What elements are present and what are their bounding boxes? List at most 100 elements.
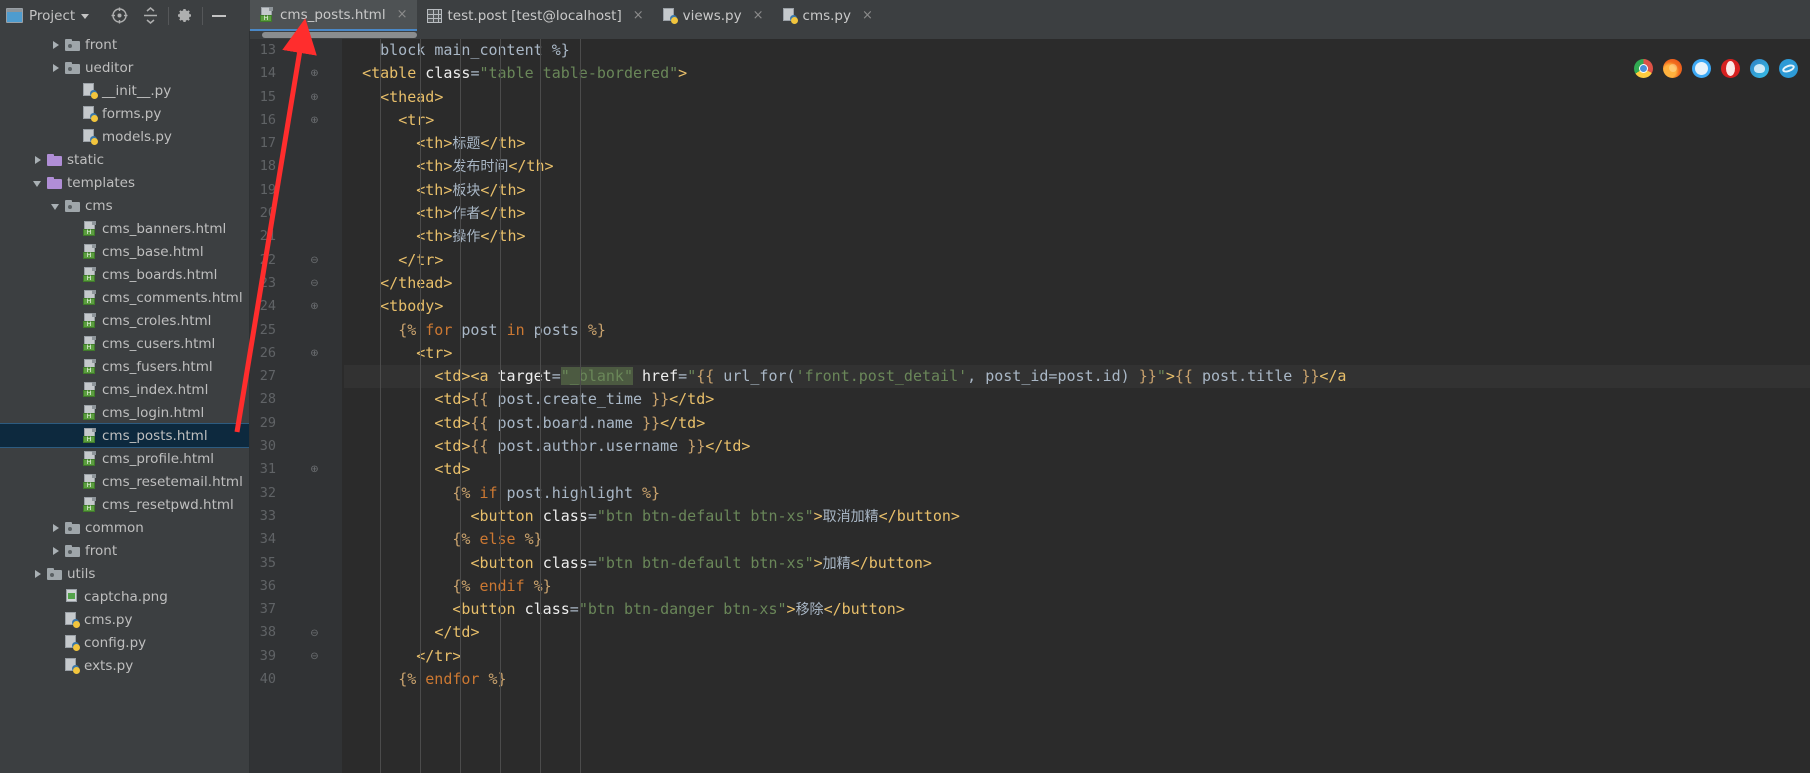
tree-item-forms-py[interactable]: forms.py <box>0 102 249 125</box>
code-line-13[interactable]: block main_content %} <box>344 39 1810 62</box>
close-icon[interactable]: × <box>862 8 873 23</box>
code-line-20[interactable]: <th>作者</th> <box>344 202 1810 225</box>
code-line-40[interactable]: {% endfor %} <box>344 668 1810 691</box>
tree-item-cms-base-html[interactable]: Hcms_base.html <box>0 240 249 263</box>
code-line-24[interactable]: <tbody> <box>344 295 1810 318</box>
code-line-38[interactable]: </td> <box>344 621 1810 644</box>
safari-icon[interactable] <box>1692 59 1711 78</box>
chevron-right-icon[interactable] <box>50 545 62 557</box>
ie-icon[interactable] <box>1779 59 1798 78</box>
fold-toggle-icon[interactable]: ⊕ <box>309 86 320 109</box>
code-line-26[interactable]: <tr> <box>344 342 1810 365</box>
code-line-23[interactable]: </thead> <box>344 272 1810 295</box>
chevron-right-icon[interactable] <box>50 522 62 534</box>
editor-tab-cms-py[interactable]: cms.py × <box>773 0 882 31</box>
code-line-37[interactable]: <button class="btn btn-danger btn-xs">移除… <box>344 598 1810 621</box>
code-line-39[interactable]: </tr> <box>344 645 1810 668</box>
chevron-right-icon[interactable] <box>32 154 44 166</box>
fold-toggle-icon[interactable]: ⊕ <box>309 342 320 365</box>
fold-toggle-icon[interactable]: ⊕ <box>309 295 320 318</box>
chevron-right-icon[interactable] <box>50 39 62 51</box>
code-line-36[interactable]: {% endif %} <box>344 575 1810 598</box>
collapse-all-icon[interactable] <box>142 7 159 24</box>
editor-tab-cms-posts-html[interactable]: Hcms_posts.html × <box>250 0 417 31</box>
tree-item-exts-py[interactable]: exts.py <box>0 654 249 677</box>
fold-toggle-icon[interactable]: ⊕ <box>309 458 320 481</box>
chevron-down-icon[interactable] <box>32 177 44 189</box>
tree-item-common[interactable]: common <box>0 516 249 539</box>
browser-preview-icons[interactable] <box>1634 59 1798 78</box>
tree-item-cms[interactable]: cms <box>0 194 249 217</box>
tree-item-utils[interactable]: utils <box>0 562 249 585</box>
tree-item-captcha-png[interactable]: captcha.png <box>0 585 249 608</box>
code-line-21[interactable]: <th>操作</th> <box>344 225 1810 248</box>
code-line-29[interactable]: <td>{{ post.board.name }}</td> <box>344 412 1810 435</box>
code-line-15[interactable]: <thead> <box>344 86 1810 109</box>
code-line-16[interactable]: <tr> <box>344 109 1810 132</box>
edge-icon[interactable] <box>1750 59 1769 78</box>
target-icon[interactable] <box>111 7 128 24</box>
code-line-28[interactable]: <td>{{ post.create_time }}</td> <box>344 388 1810 411</box>
tree-item-cms-croles-html[interactable]: Hcms_croles.html <box>0 309 249 332</box>
horizontal-scrollbar-top[interactable] <box>250 31 1810 39</box>
fold-toggle-icon[interactable]: ⊖ <box>309 272 320 295</box>
chrome-icon[interactable] <box>1634 59 1653 78</box>
tree-item-cms-fusers-html[interactable]: Hcms_fusers.html <box>0 355 249 378</box>
editor-tab-test-post-test-localhost-[interactable]: test.post [test@localhost] × <box>417 0 653 31</box>
code-line-19[interactable]: <th>板块</th> <box>344 179 1810 202</box>
tree-item-cms-resetemail-html[interactable]: Hcms_resetemail.html <box>0 470 249 493</box>
chevron-right-icon[interactable] <box>32 568 44 580</box>
code-line-33[interactable]: <button class="btn btn-default btn-xs">取… <box>344 505 1810 528</box>
code-line-14[interactable]: <table class="table table-bordered"> <box>344 62 1810 85</box>
tree-item-front[interactable]: front <box>0 539 249 562</box>
code-line-31[interactable]: <td> <box>344 458 1810 481</box>
editor-tab-views-py[interactable]: views.py × <box>653 0 773 31</box>
code-line-30[interactable]: <td>{{ post.author.username }}</td> <box>344 435 1810 458</box>
tree-item-cms-boards-html[interactable]: Hcms_boards.html <box>0 263 249 286</box>
code-line-32[interactable]: {% if post.highlight %} <box>344 482 1810 505</box>
code-area[interactable]: 13 14 ⊕ 15 ⊕ 16 ⊕ 17 18 19 20 21 22 ⊖ 23 ⊖ 24 ⊕ 25 26 ⊕ 27 28 2… <box>250 39 1810 773</box>
close-icon[interactable]: × <box>633 8 644 23</box>
minimize-icon[interactable] <box>212 14 227 17</box>
tree-item-cms-login-html[interactable]: Hcms_login.html <box>0 401 249 424</box>
scrollbar-thumb[interactable] <box>262 32 417 38</box>
fold-toggle-icon[interactable]: ⊕ <box>309 109 320 132</box>
tree-item-config-py[interactable]: config.py <box>0 631 249 654</box>
tree-item--init-py[interactable]: __init__.py <box>0 79 249 102</box>
tree-item-cms-posts-html[interactable]: Hcms_posts.html <box>0 423 249 448</box>
tree-item-cms-py[interactable]: cms.py <box>0 608 249 631</box>
tree-item-models-py[interactable]: models.py <box>0 125 249 148</box>
chevron-down-icon[interactable] <box>81 14 90 19</box>
tree-item-templates[interactable]: templates <box>0 171 249 194</box>
project-pane-header[interactable]: Project <box>0 0 250 31</box>
code-line-35[interactable]: <button class="btn btn-default btn-xs">加… <box>344 552 1810 575</box>
tree-item-front[interactable]: front <box>0 33 249 56</box>
opera-icon[interactable] <box>1721 59 1740 78</box>
code-line-34[interactable]: {% else %} <box>344 528 1810 551</box>
tree-item-cms-comments-html[interactable]: Hcms_comments.html <box>0 286 249 309</box>
tree-item-static[interactable]: static <box>0 148 249 171</box>
fold-toggle-icon[interactable]: ⊖ <box>309 622 320 645</box>
code-line-18[interactable]: <th>发布时间</th> <box>344 155 1810 178</box>
project-tree[interactable]: front ueditor __init__.py forms.py models.py… <box>0 31 250 773</box>
code-line-22[interactable]: </tr> <box>344 249 1810 272</box>
source-code[interactable]: block main_content %} <table class="tabl… <box>342 39 1810 773</box>
close-icon[interactable]: × <box>397 7 408 22</box>
fold-toggle-icon[interactable]: ⊖ <box>309 645 320 668</box>
code-line-25[interactable]: {% for post in posts %} <box>344 319 1810 342</box>
tree-item-cms-profile-html[interactable]: Hcms_profile.html <box>0 447 249 470</box>
settings-gear-icon[interactable] <box>176 7 193 24</box>
code-line-27[interactable]: <td><a target="_blank" href="{{ url_for(… <box>344 365 1810 389</box>
close-icon[interactable]: × <box>753 8 764 23</box>
tree-item-cms-banners-html[interactable]: Hcms_banners.html <box>0 217 249 240</box>
code-editor[interactable]: 13 14 ⊕ 15 ⊕ 16 ⊕ 17 18 19 20 21 22 ⊖ 23 ⊖ 24 ⊕ 25 26 ⊕ 27 28 2… <box>250 31 1810 773</box>
chevron-down-icon[interactable] <box>50 200 62 212</box>
tree-item-cms-cusers-html[interactable]: Hcms_cusers.html <box>0 332 249 355</box>
tree-item-cms-resetpwd-html[interactable]: Hcms_resetpwd.html <box>0 493 249 516</box>
fold-toggle-icon[interactable]: ⊖ <box>309 249 320 272</box>
fold-toggle-icon[interactable]: ⊕ <box>309 62 320 85</box>
firefox-icon[interactable] <box>1663 59 1682 78</box>
tree-item-ueditor[interactable]: ueditor <box>0 56 249 79</box>
code-line-17[interactable]: <th>标题</th> <box>344 132 1810 155</box>
chevron-right-icon[interactable] <box>50 62 62 74</box>
